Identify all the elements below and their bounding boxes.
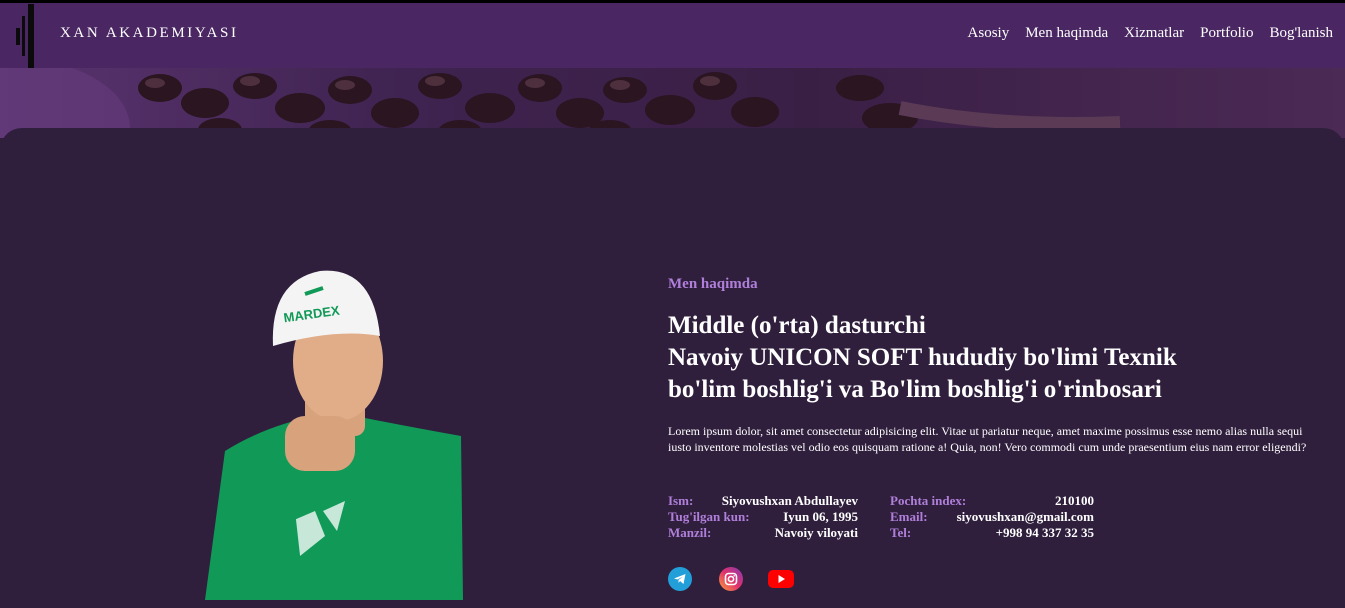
- info-value: Siyovushxan Abdullayev: [721, 493, 858, 508]
- about-title-line: Navoiy UNICON SOFT hududiy bo'limi Texni…: [668, 344, 1177, 371]
- info-label: Manzil:: [668, 525, 712, 540]
- section-label: Men haqimda: [668, 276, 758, 292]
- nav-item-men-haqimda[interactable]: Men haqimda: [1025, 25, 1108, 42]
- info-row-email: Email: siyovushxan@gmail.com: [890, 509, 1094, 525]
- about-title: Middle (o'rta) dasturchi Navoiy UNICON S…: [668, 310, 1288, 406]
- info-row-name: Ism: Siyovushxan Abdullayev: [668, 493, 858, 509]
- info-value: 210100: [1055, 493, 1094, 508]
- info-list-right: Pochta index: 210100 Email: siyovushxan@…: [890, 493, 1094, 541]
- info-label: Email:: [890, 509, 928, 524]
- info-value: Iyun 06, 1995: [783, 509, 858, 524]
- navbar: XAN AKADEMIYASI Asosiy Men haqimda Xizma…: [0, 3, 1345, 68]
- social-links: [668, 567, 794, 591]
- profile-photo: MARDEX: [205, 266, 465, 600]
- youtube-icon[interactable]: [768, 567, 794, 591]
- info-row-birthday: Tug'ilgan kun: Iyun 06, 1995: [668, 509, 858, 525]
- about-title-line: bo'lim boshlig'i va Bo'lim boshlig'i o'r…: [668, 376, 1162, 403]
- info-label: Tel:: [890, 525, 912, 540]
- logo-icon[interactable]: [16, 4, 40, 68]
- info-value: Navoiy viloyati: [774, 525, 858, 540]
- telegram-icon[interactable]: [668, 567, 694, 591]
- info-label: Tug'ilgan kun:: [668, 509, 750, 524]
- nav-item-xizmatlar[interactable]: Xizmatlar: [1124, 25, 1184, 42]
- nav-item-asosiy[interactable]: Asosiy: [968, 25, 1010, 42]
- info-label: Ism:: [668, 493, 694, 508]
- main-nav: Asosiy Men haqimda Xizmatlar Portfolio B…: [968, 25, 1333, 42]
- about-title-line: Middle (o'rta) dasturchi: [668, 312, 926, 339]
- info-label: Pochta index:: [890, 493, 967, 508]
- info-row-address: Manzil: Navoiy viloyati: [668, 525, 858, 541]
- nav-item-portfolio[interactable]: Portfolio: [1200, 25, 1253, 42]
- info-value[interactable]: siyovushxan@gmail.com: [957, 509, 1094, 525]
- about-description: Lorem ipsum dolor, sit amet consectetur …: [668, 424, 1307, 454]
- info-row-phone: Tel: +998 94 337 32 35: [890, 525, 1094, 541]
- nav-item-boglanish[interactable]: Bog'lanish: [1269, 25, 1333, 42]
- info-row-postal: Pochta index: 210100: [890, 493, 1094, 509]
- brand-name[interactable]: XAN AKADEMIYASI: [60, 25, 239, 42]
- instagram-icon[interactable]: [718, 567, 744, 591]
- info-value[interactable]: +998 94 337 32 35: [996, 525, 1094, 541]
- info-list-left: Ism: Siyovushxan Abdullayev Tug'ilgan ku…: [668, 493, 858, 541]
